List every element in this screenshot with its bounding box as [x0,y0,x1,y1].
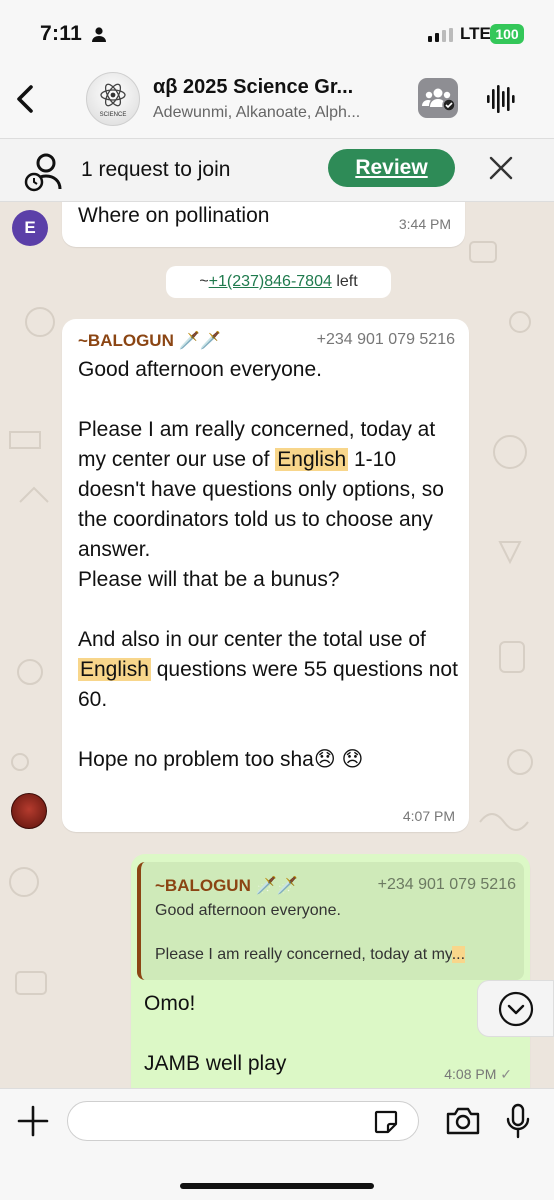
highlighted-word: English [78,658,151,681]
svg-text:SCIENCE: SCIENCE [100,112,127,118]
chevron-down-circle-icon [498,991,533,1026]
network-type: LTE [460,24,491,43]
system-suffix: left [331,273,358,290]
sender-phone[interactable]: +234 901 079 5216 [317,331,455,349]
message-time: 4:08 PM ✓ [444,1066,512,1082]
phone-link[interactable]: +1(237)846-7804 [209,273,332,290]
community-icon [422,88,455,112]
home-indicator [180,1183,374,1189]
attach-button[interactable] [15,1103,51,1139]
highlighted-word: English [275,448,349,471]
sender-avatar[interactable] [11,793,47,829]
join-request-icon [24,151,66,198]
voice-chat-button[interactable] [484,80,518,118]
join-request-banner: 1 request to join Review [0,138,554,202]
message-text: JAMB well play [144,1052,287,1075]
message-input[interactable] [67,1101,419,1141]
message-time: 3:44 PM [398,216,451,232]
plus-icon [17,1105,49,1137]
quoted-message[interactable]: ~BALOGUN 🗡️🗡️ +234 901 079 5216 Good aft… [137,862,524,980]
message-bubble[interactable]: Where on pollination 3:44 PM [62,202,465,247]
review-button[interactable]: Review [328,149,455,187]
signal-icon [428,28,456,47]
message-time: 4:07 PM [402,808,455,824]
camera-button[interactable] [444,1105,482,1137]
dismiss-banner-button[interactable] [484,151,518,185]
audio-wave-icon [487,85,515,113]
status-time: 7:11 [40,22,83,45]
atom-icon: SCIENCE [100,83,127,118]
message-composer [0,1088,554,1200]
status-bar: 7:11 LTE 100 [0,0,554,60]
message-text: Where on pollination [78,204,270,227]
group-avatar[interactable]: SCIENCE [86,72,140,126]
join-request-text: 1 request to join [81,158,231,181]
message-text: Omo! [144,992,196,1015]
message-bubble[interactable]: ~BALOGUN 🗡️🗡️ +234 901 079 5216 Good aft… [62,319,469,832]
quoted-text: Please I am really concerned, today at m… [155,946,466,963]
microphone-icon [506,1103,530,1139]
outgoing-message-bubble[interactable]: ~BALOGUN 🗡️🗡️ +234 901 079 5216 Good aft… [131,854,530,1088]
chat-area[interactable]: E Where on pollination 3:44 PM ~+1(237)8… [0,202,554,1088]
sent-check-icon: ✓ [500,1066,512,1082]
microphone-button[interactable] [504,1103,532,1139]
chat-header: SCIENCE αβ 2025 Science Gr... Adewunmi, … [0,60,554,138]
scroll-to-bottom-button[interactable] [477,980,554,1037]
battery-indicator: 100 [490,24,524,44]
quoted-text: Good afternoon everyone. [155,902,341,919]
system-message: ~+1(237)846-7804 left [166,266,391,298]
camera-icon [446,1107,480,1135]
back-button[interactable] [10,80,40,118]
message-text: Good afternoon everyone. Please I am rea… [78,358,458,771]
sender-name[interactable]: ~BALOGUN 🗡️🗡️ [78,331,221,351]
quoted-sender-name: ~BALOGUN 🗡️🗡️ [155,876,298,895]
group-title[interactable]: αβ 2025 Science Gr... [153,76,403,99]
chevron-left-icon [17,85,33,113]
sticker-icon [374,1110,398,1134]
close-icon [489,156,513,180]
group-members[interactable]: Adewunmi, Alkanoate, Alph... [153,104,403,122]
sticker-button[interactable] [373,1109,399,1135]
quoted-ellipsis: ... [451,946,466,963]
person-icon [91,26,107,47]
quoted-sender-phone: +234 901 079 5216 [377,876,516,893]
system-prefix: ~ [199,273,209,290]
sender-avatar[interactable]: E [12,210,48,246]
community-button[interactable] [418,78,458,118]
